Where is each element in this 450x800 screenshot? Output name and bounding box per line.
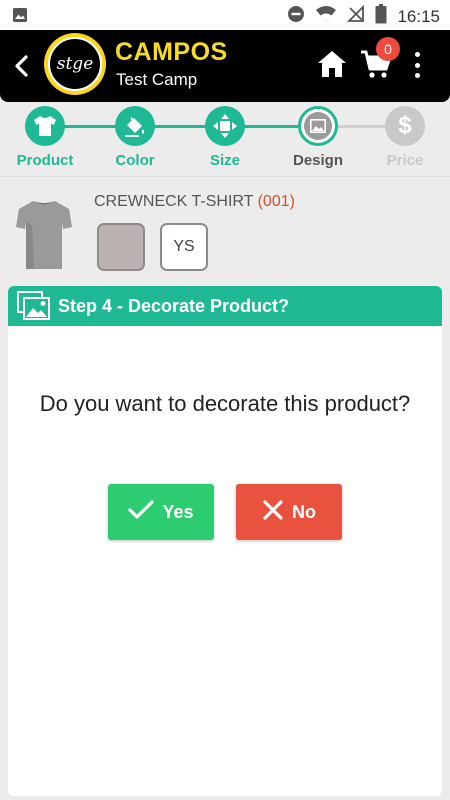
step-product[interactable]: Product xyxy=(5,106,85,169)
step-label: Product xyxy=(16,152,74,169)
dnd-icon xyxy=(287,5,305,28)
dialog-header: Step 4 - Decorate Product? xyxy=(8,286,442,326)
home-icon[interactable] xyxy=(316,48,348,80)
brand-logo: stge xyxy=(44,33,106,95)
product-name-text: CREWNECK T-SHIRT xyxy=(94,193,254,210)
no-signal-icon xyxy=(347,4,365,28)
close-icon xyxy=(262,499,284,526)
dialog-title: Step 4 - Decorate Product? xyxy=(58,295,290,316)
paint-bucket-icon xyxy=(115,106,155,146)
step-size[interactable]: Size xyxy=(185,106,265,169)
yes-label: Yes xyxy=(162,501,194,522)
decorate-dialog: Step 4 - Decorate Product? Do you want t… xyxy=(8,286,442,796)
color-swatch[interactable] xyxy=(97,223,145,271)
no-button[interactable]: No xyxy=(236,484,342,540)
battery-icon xyxy=(375,4,387,29)
product-code: (001) xyxy=(257,193,295,210)
image-icon xyxy=(298,106,338,146)
step-price: $ Price xyxy=(365,106,445,169)
images-icon xyxy=(17,291,51,321)
step-label: Design xyxy=(292,152,343,169)
progress-stepper: Product Color Size Design $ Price xyxy=(0,102,450,176)
app-header: stge CAMPOS Test Camp 0 xyxy=(0,30,450,102)
step-color[interactable]: Color xyxy=(95,106,175,169)
gallery-notification-icon xyxy=(12,7,28,28)
logo-text: stge xyxy=(56,54,94,74)
app-subtitle: Test Camp xyxy=(116,70,198,89)
wifi-icon xyxy=(315,5,337,28)
dialog-question: Do you want to decorate this product? xyxy=(39,391,411,416)
dollar-icon: $ xyxy=(385,106,425,146)
more-menu-icon[interactable] xyxy=(410,50,424,80)
app-title: CAMPOS xyxy=(115,38,228,66)
product-thumbnail xyxy=(16,195,72,273)
status-time: 16:15 xyxy=(397,6,440,26)
no-label: No xyxy=(292,501,316,522)
size-chip[interactable]: YS xyxy=(160,223,208,271)
step-label: Price xyxy=(386,152,424,169)
step-label: Color xyxy=(115,152,155,169)
product-name: CREWNECK T-SHIRT (001) xyxy=(94,193,295,211)
step-design[interactable]: Design xyxy=(278,106,358,169)
resize-arrows-icon xyxy=(205,106,245,146)
back-arrow-icon[interactable] xyxy=(8,52,36,80)
product-summary: CREWNECK T-SHIRT (001) YS xyxy=(0,176,450,286)
status-bar: 16:15 xyxy=(0,0,450,30)
check-icon xyxy=(128,499,155,525)
tshirt-icon xyxy=(25,106,65,146)
cart-count-badge: 0 xyxy=(376,37,400,61)
step-label: Size xyxy=(209,152,240,169)
yes-button[interactable]: Yes xyxy=(108,484,214,540)
